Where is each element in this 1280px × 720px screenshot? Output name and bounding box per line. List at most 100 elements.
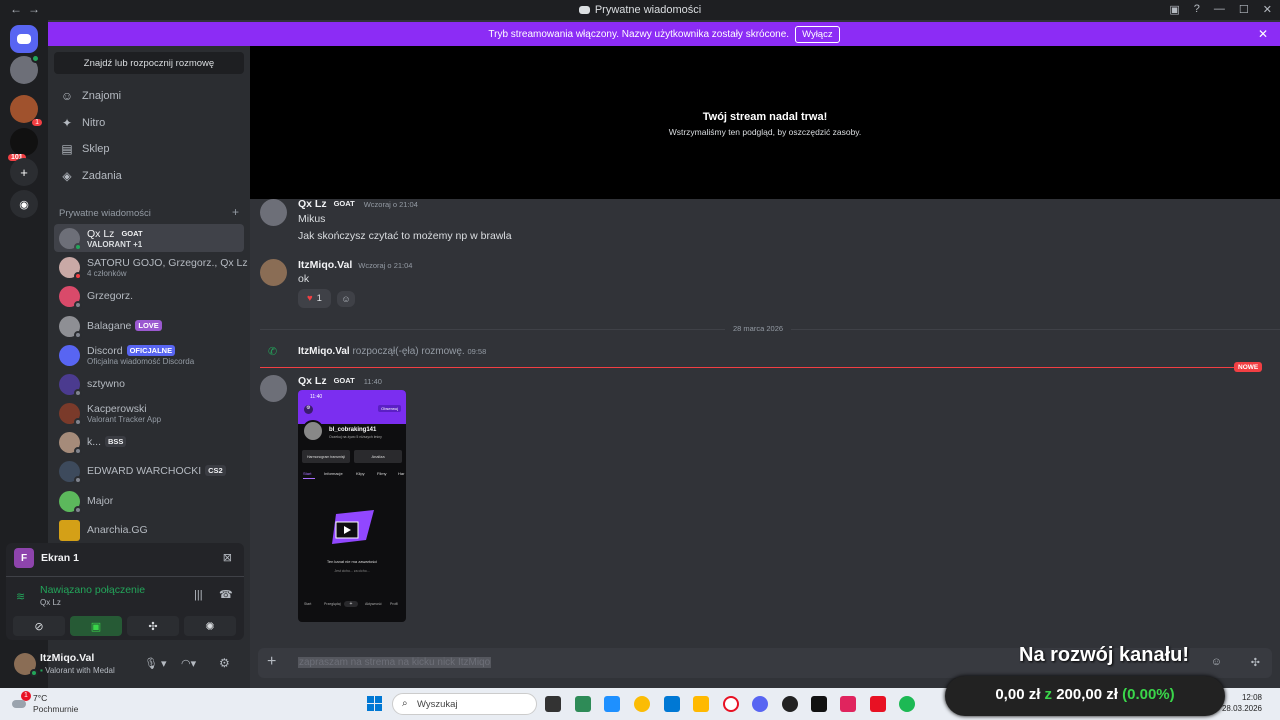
message-text: ok <box>298 273 310 285</box>
emoji-icon[interactable]: ☺ <box>1211 656 1222 668</box>
phone-nav-item: Start <box>304 602 312 606</box>
username[interactable]: ItzMiqo.Val <box>40 652 94 664</box>
screen-share-button[interactable]: ▣ <box>70 616 122 636</box>
dm-name: Balagane <box>87 320 132 332</box>
server-avatar[interactable]: 101 <box>8 128 38 161</box>
guild-tag: CS2 <box>205 465 226 476</box>
section-title: Prywatne wiadomości <box>59 208 151 219</box>
camera-off-button[interactable]: ⊘ <box>13 616 65 636</box>
dm-item[interactable]: Grzegorz. <box>54 282 244 310</box>
dm-item[interactable]: Qx Lz GOAT VALORANT +1 <box>54 224 244 252</box>
follow-button: Obserwuj <box>378 405 401 412</box>
message-author[interactable]: Qx Lz <box>298 375 327 387</box>
mic-icon[interactable]: 🎙▾ <box>144 657 170 670</box>
help-icon[interactable]: ? <box>1194 3 1200 16</box>
dm-item[interactable]: k... BSS <box>54 428 244 456</box>
create-dm-button[interactable]: + <box>232 205 239 219</box>
close-icon[interactable]: ✕ <box>1263 3 1272 16</box>
heart-icon: ♥ <box>307 293 313 304</box>
dm-item[interactable]: Major <box>54 487 244 515</box>
start-icon[interactable] <box>367 696 382 711</box>
server-avatar[interactable]: 1 <box>10 95 42 126</box>
official-badge: OFICJALNE <box>126 344 176 356</box>
donation-goal: 200,00 zł <box>1056 686 1118 703</box>
home-button[interactable] <box>10 25 38 53</box>
noise-suppression-icon[interactable]: ||| <box>194 589 203 601</box>
dm-name: Kacperowski <box>87 402 147 415</box>
nav-shop[interactable]: ▤ Sklep <box>54 137 244 161</box>
minimize-icon[interactable]: — <box>1214 3 1225 16</box>
app-icon[interactable] <box>782 696 798 712</box>
add-reaction-icon[interactable]: ☺ <box>337 291 355 307</box>
app-icon[interactable] <box>840 696 856 712</box>
weather-icon[interactable]: 1 <box>12 691 31 708</box>
discord-taskbar-icon[interactable] <box>752 696 768 712</box>
dm-item[interactable]: SATORU GOJO, Grzegorz., Qx Lz 4 członków <box>54 253 248 281</box>
discord-logo-icon <box>17 34 31 44</box>
image-attachment[interactable]: 11:40 ⚙ Obserwuj bl_cobraking141 Oczekuj… <box>298 390 406 622</box>
dm-item[interactable]: EDWARD WARCHOCKI CS2 <box>54 457 244 485</box>
opera-icon[interactable] <box>723 696 739 712</box>
profile-tab: Har <box>398 471 405 476</box>
app-icon[interactable] <box>870 696 886 712</box>
app-icon[interactable] <box>811 696 827 712</box>
chrome-icon[interactable] <box>634 696 650 712</box>
call-author[interactable]: ItzMiqo.Val <box>298 346 350 357</box>
dm-name: SATORU GOJO, Grzegorz., Qx Lz <box>87 256 248 269</box>
discover-icon[interactable]: ◉ <box>10 190 38 218</box>
screen-avatar: F <box>14 548 34 568</box>
headphones-icon[interactable]: ◠▾ <box>181 657 196 670</box>
soundboard-button[interactable]: ✺ <box>184 616 236 636</box>
nav-friends[interactable]: ☺ Znajomi <box>54 84 244 108</box>
reaction-heart[interactable]: ♥ 1 <box>298 289 331 308</box>
spotify-icon[interactable] <box>899 696 915 712</box>
message-author[interactable]: Qx Lz <box>298 198 327 210</box>
dm-item[interactable]: Anarchia.GG <box>54 516 244 544</box>
find-conversation-button[interactable]: Znajdź lub rozpocznij rozmowę <box>54 52 244 74</box>
dm-item[interactable]: Balagane LOVE <box>54 312 244 340</box>
activities-button[interactable]: ✣ <box>127 616 179 636</box>
analytics-button: Analiza <box>354 450 402 463</box>
dm-activity: Valorant Tracker App <box>87 414 162 424</box>
nav-nitro[interactable]: ✦ Nitro <box>54 111 244 135</box>
add-server-icon[interactable]: + <box>10 158 38 186</box>
stream-preview[interactable]: Twój stream nadal trwa! Wstrzymaliśmy te… <box>250 46 1280 199</box>
voice-channel[interactable]: Qx Lz <box>40 598 61 607</box>
connection-status[interactable]: Nawiązano połączenie <box>40 584 145 596</box>
empty-illustration <box>330 510 375 548</box>
profile-tab: Klipy <box>356 471 365 476</box>
clock[interactable]: 12:08 28.03.2026 <box>1222 693 1262 713</box>
task-view-icon[interactable] <box>545 696 561 712</box>
taskbar-search[interactable]: ⌕ Wyszukaj <box>392 693 537 715</box>
stop-screen-icon[interactable]: ⊠ <box>223 551 232 564</box>
message-avatar[interactable] <box>260 199 287 226</box>
settings-gear-icon[interactable]: ⚙ <box>219 656 230 670</box>
apps-icon[interactable]: ✣ <box>1251 656 1260 669</box>
attach-plus-icon[interactable]: + <box>267 653 276 671</box>
maximize-icon[interactable]: ☐ <box>1239 3 1249 16</box>
screen-share-label: Ekran 1 <box>41 552 79 564</box>
nav-quests[interactable]: ◈ Zadania <box>54 164 244 188</box>
dm-item[interactable]: sztywno <box>54 370 244 398</box>
disconnect-icon[interactable]: ☎ <box>219 588 233 601</box>
message-avatar[interactable] <box>260 259 287 286</box>
inbox-icon[interactable]: ▣ <box>1169 3 1179 16</box>
app-icon[interactable] <box>664 696 680 712</box>
message-avatar[interactable] <box>260 375 287 402</box>
dm-item[interactable]: Discord OFICJALNE Oficjalna wiadomość Disc… <box>54 341 244 369</box>
message-author[interactable]: ItzMiqo.Val <box>298 259 352 271</box>
store-icon[interactable] <box>604 696 620 712</box>
donation-goal-overlay: 0,00 zł z 200,00 zł (0.00%) <box>945 676 1225 716</box>
call-event: ItzMiqo.Val rozpoczął(-ęła) rozmowę. 09:… <box>298 346 486 357</box>
message-input[interactable]: zapraszam na strema na kicku nick ItzMiq… <box>298 657 492 668</box>
folder-icon[interactable] <box>693 696 709 712</box>
xbox-icon[interactable] <box>575 696 591 712</box>
voice-panel: F Ekran 1 ⊠ ≋ Nawiązano połączenie Qx Lz… <box>6 543 244 640</box>
dm-name: Discord <box>87 344 123 357</box>
disable-streamer-mode-button[interactable]: Wyłącz <box>795 25 840 43</box>
close-icon[interactable]: ✕ <box>1258 27 1268 41</box>
user-avatar[interactable] <box>14 653 38 677</box>
dm-item[interactable]: Kacperowski Valorant Tracker App <box>54 399 244 427</box>
server-avatar[interactable] <box>10 54 40 84</box>
avatar <box>59 431 82 455</box>
